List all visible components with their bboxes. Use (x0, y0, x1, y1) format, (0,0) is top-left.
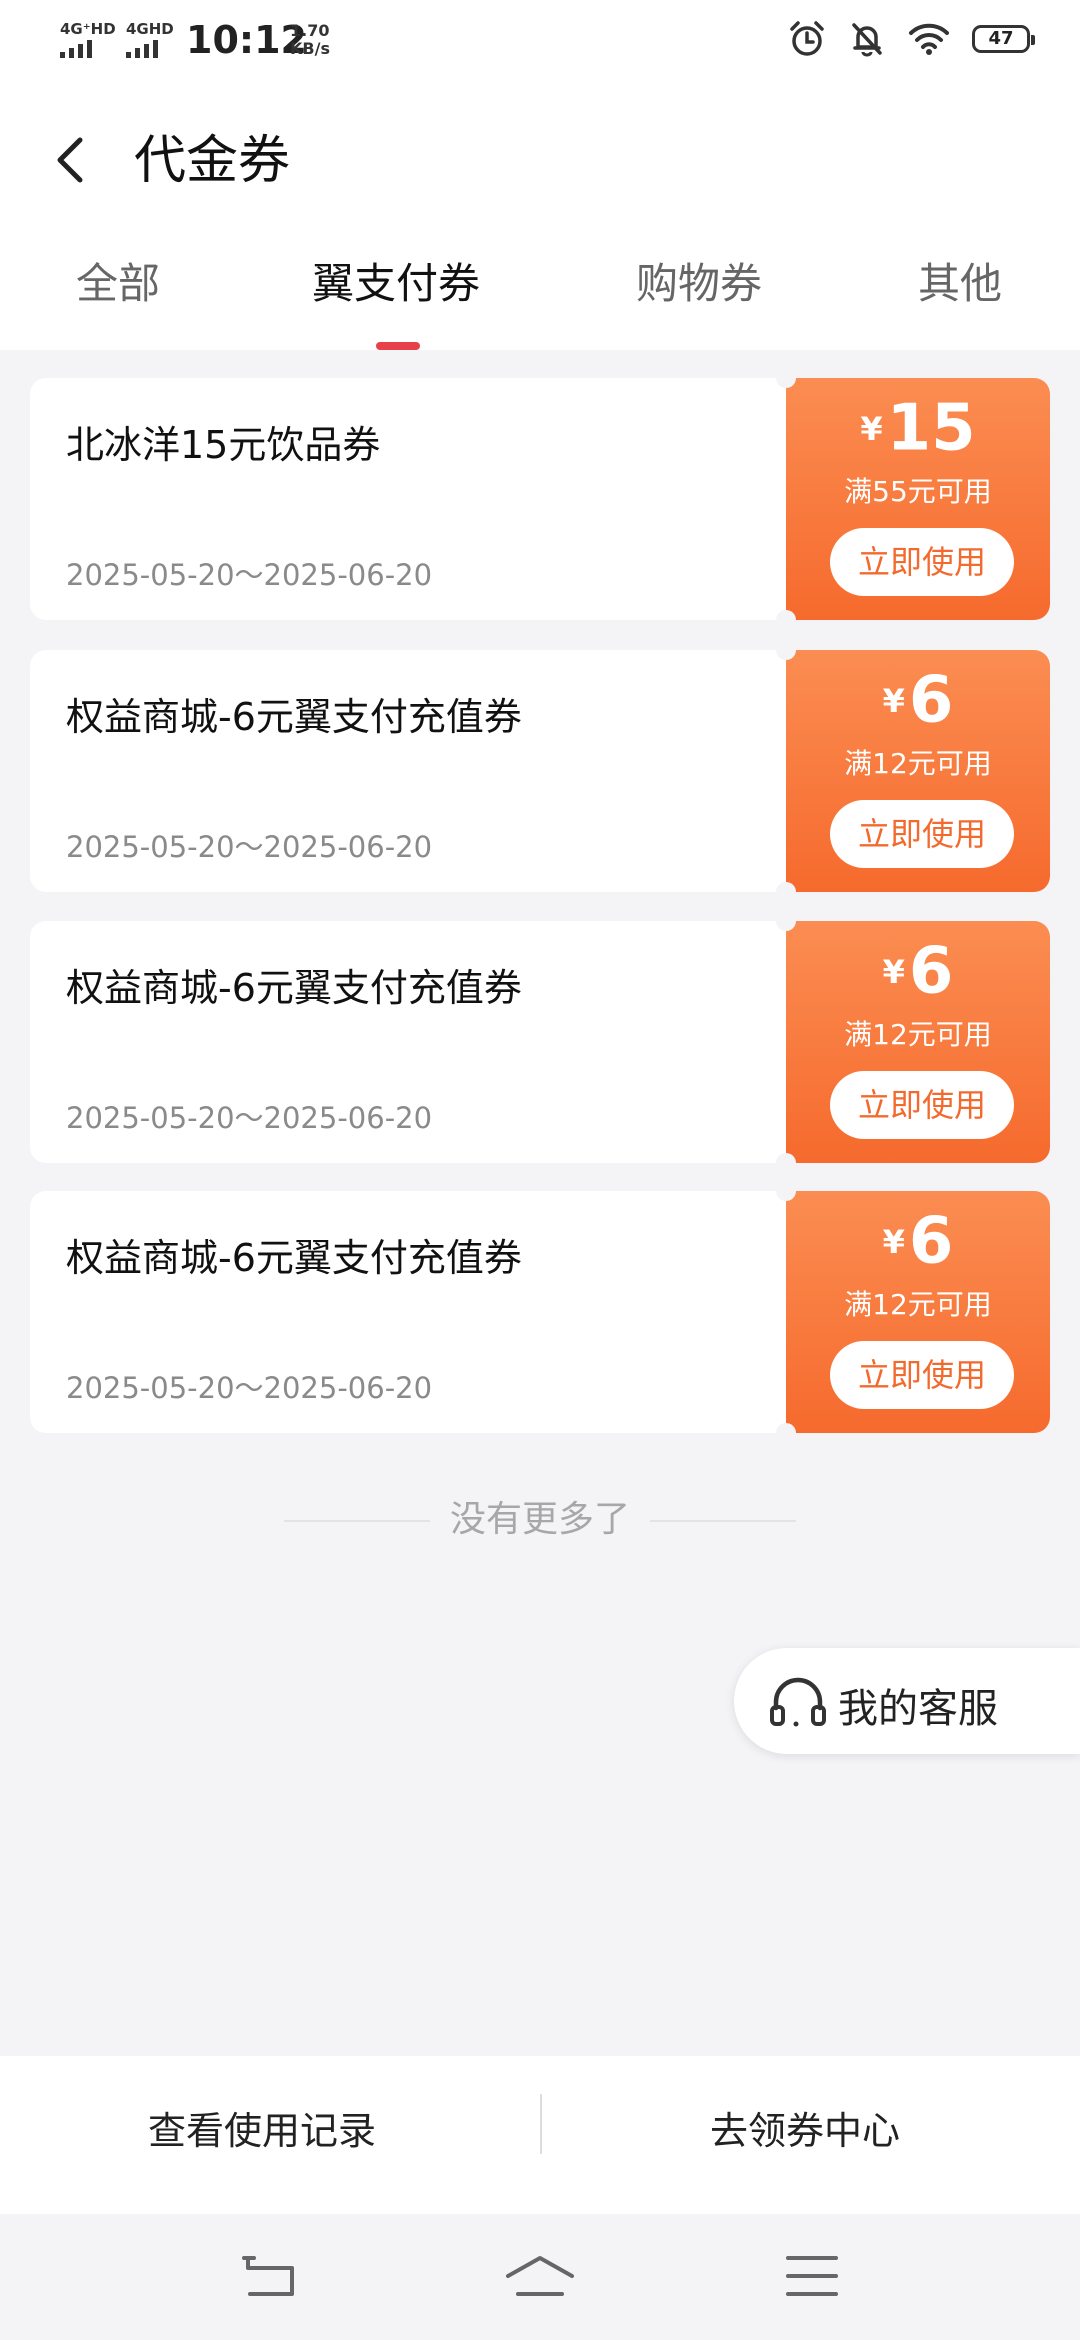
bottom-action-bar: 查看使用记录 去领券中心 (0, 2056, 1080, 2214)
coupon-condition: 满55元可用 (844, 475, 992, 508)
coupon-info: 权益商城-6元翼支付充值券 2025-05-20～2025-06-20 (30, 1191, 786, 1433)
tab-other[interactable]: 其他 (918, 250, 1002, 311)
coupon-condition: 满12元可用 (844, 747, 992, 780)
tab-bar: 全部 翼支付券 购物券 其他 (0, 230, 1080, 350)
notch (776, 882, 796, 902)
currency-symbol: ¥ (882, 681, 905, 720)
list-end-text: 没有更多了 (449, 1499, 630, 1540)
coupon-value-panel: ¥6 满12元可用 立即使用 (786, 1191, 1050, 1433)
alarm-icon (790, 21, 824, 56)
currency-symbol: ¥ (882, 1222, 905, 1261)
use-now-button[interactable]: 立即使用 (830, 1071, 1014, 1139)
currency-symbol: ¥ (882, 952, 905, 991)
mute-bell-icon (852, 23, 882, 57)
notch (776, 911, 796, 931)
clock: 10:12 (186, 18, 307, 62)
coupon-validity: 2025-05-20～2025-06-20 (66, 830, 433, 864)
menu-icon[interactable] (784, 2250, 840, 2302)
coupon-name: 权益商城-6元翼支付充值券 (66, 695, 522, 739)
notch (776, 1153, 796, 1173)
coupon-card[interactable]: 权益商城-6元翼支付充值券 2025-05-20～2025-06-20 ¥6 满… (30, 640, 1050, 902)
page-title: 代金券 (134, 131, 291, 191)
coupon-info: 权益商城-6元翼支付充值券 2025-05-20～2025-06-20 (30, 921, 786, 1163)
coupon-condition: 满12元可用 (844, 1018, 992, 1051)
customer-service-label: 我的客服 (838, 1686, 998, 1732)
notch (776, 610, 796, 630)
headset-icon (770, 1677, 826, 1727)
coupon-info: 北冰洋15元饮品券 2025-05-20～2025-06-20 (30, 378, 786, 620)
tab-shopping[interactable]: 购物券 (636, 250, 762, 311)
customer-service-button[interactable]: 我的客服 (734, 1648, 1080, 1754)
coupon-amount-value: 6 (908, 1204, 954, 1279)
coupon-value-panel: ¥6 满12元可用 立即使用 (786, 650, 1050, 892)
notch (776, 1181, 796, 1201)
use-now-button[interactable]: 立即使用 (830, 528, 1014, 596)
signal-indicator-1: 4G⁺HD (60, 20, 116, 58)
coupon-name: 权益商城-6元翼支付充值券 (66, 1236, 522, 1280)
coupon-info: 权益商城-6元翼支付充值券 2025-05-20～2025-06-20 (30, 650, 786, 892)
coupon-amount: ¥6 (786, 1205, 1050, 1278)
view-usage-records-button[interactable]: 查看使用记录 (148, 2100, 376, 2155)
divider (540, 2094, 542, 2154)
battery-indicator: 47 (972, 25, 1035, 53)
signal-indicator-2: 4GHD (126, 20, 174, 58)
coupon-value-panel: ¥6 满12元可用 立即使用 (786, 921, 1050, 1163)
network-speed-value: 1.70 (290, 21, 330, 40)
wifi-icon (909, 23, 949, 55)
home-icon[interactable] (504, 2250, 576, 2302)
coupon-name: 北冰洋15元饮品券 (66, 423, 381, 467)
network-speed-unit: KB/s (290, 39, 330, 58)
network-speed: 1.70 KB/s (290, 22, 330, 58)
coupon-validity: 2025-05-20～2025-06-20 (66, 1371, 433, 1405)
coupon-center-button[interactable]: 去领券中心 (710, 2100, 900, 2155)
page-header: 代金券 (0, 84, 1080, 230)
notch (776, 1423, 796, 1443)
coupon-name: 权益商城-6元翼支付充值券 (66, 966, 522, 1010)
system-nav-bar (0, 2214, 1080, 2340)
coupon-amount: ¥15 (786, 392, 1050, 465)
use-now-button[interactable]: 立即使用 (830, 800, 1014, 868)
notch (776, 640, 796, 660)
tab-bestpay[interactable]: 翼支付券 (312, 250, 480, 311)
coupon-card[interactable]: 权益商城-6元翼支付充值券 2025-05-20～2025-06-20 ¥6 满… (30, 911, 1050, 1173)
coupon-amount-value: 6 (908, 663, 954, 738)
coupon-amount: ¥6 (786, 935, 1050, 1008)
coupon-amount: ¥6 (786, 664, 1050, 737)
coupon-value-panel: ¥15 满55元可用 立即使用 (786, 378, 1050, 620)
coupon-amount-value: 15 (886, 391, 976, 466)
signal-label-1: 4G⁺HD (60, 20, 116, 38)
coupon-amount-value: 6 (908, 934, 954, 1009)
back-icon[interactable] (240, 2250, 300, 2302)
coupon-card[interactable]: 北冰洋15元饮品券 2025-05-20～2025-06-20 ¥15 满55元… (30, 368, 1050, 630)
active-tab-indicator (376, 342, 420, 350)
notch (776, 368, 796, 388)
coupon-card[interactable]: 权益商城-6元翼支付充值券 2025-05-20～2025-06-20 ¥6 满… (30, 1181, 1050, 1443)
back-arrow-icon[interactable] (40, 124, 100, 194)
status-bar: 4G⁺HD 4GHD 10:12 1.70 KB/s 47 (0, 0, 1080, 84)
coupon-condition: 满12元可用 (844, 1288, 992, 1321)
signal-label-2: 4GHD (126, 20, 174, 38)
coupon-validity: 2025-05-20～2025-06-20 (66, 1101, 433, 1135)
coupon-validity: 2025-05-20～2025-06-20 (66, 558, 433, 592)
currency-symbol: ¥ (860, 409, 883, 448)
tab-all[interactable]: 全部 (76, 250, 160, 311)
use-now-button[interactable]: 立即使用 (830, 1341, 1014, 1409)
